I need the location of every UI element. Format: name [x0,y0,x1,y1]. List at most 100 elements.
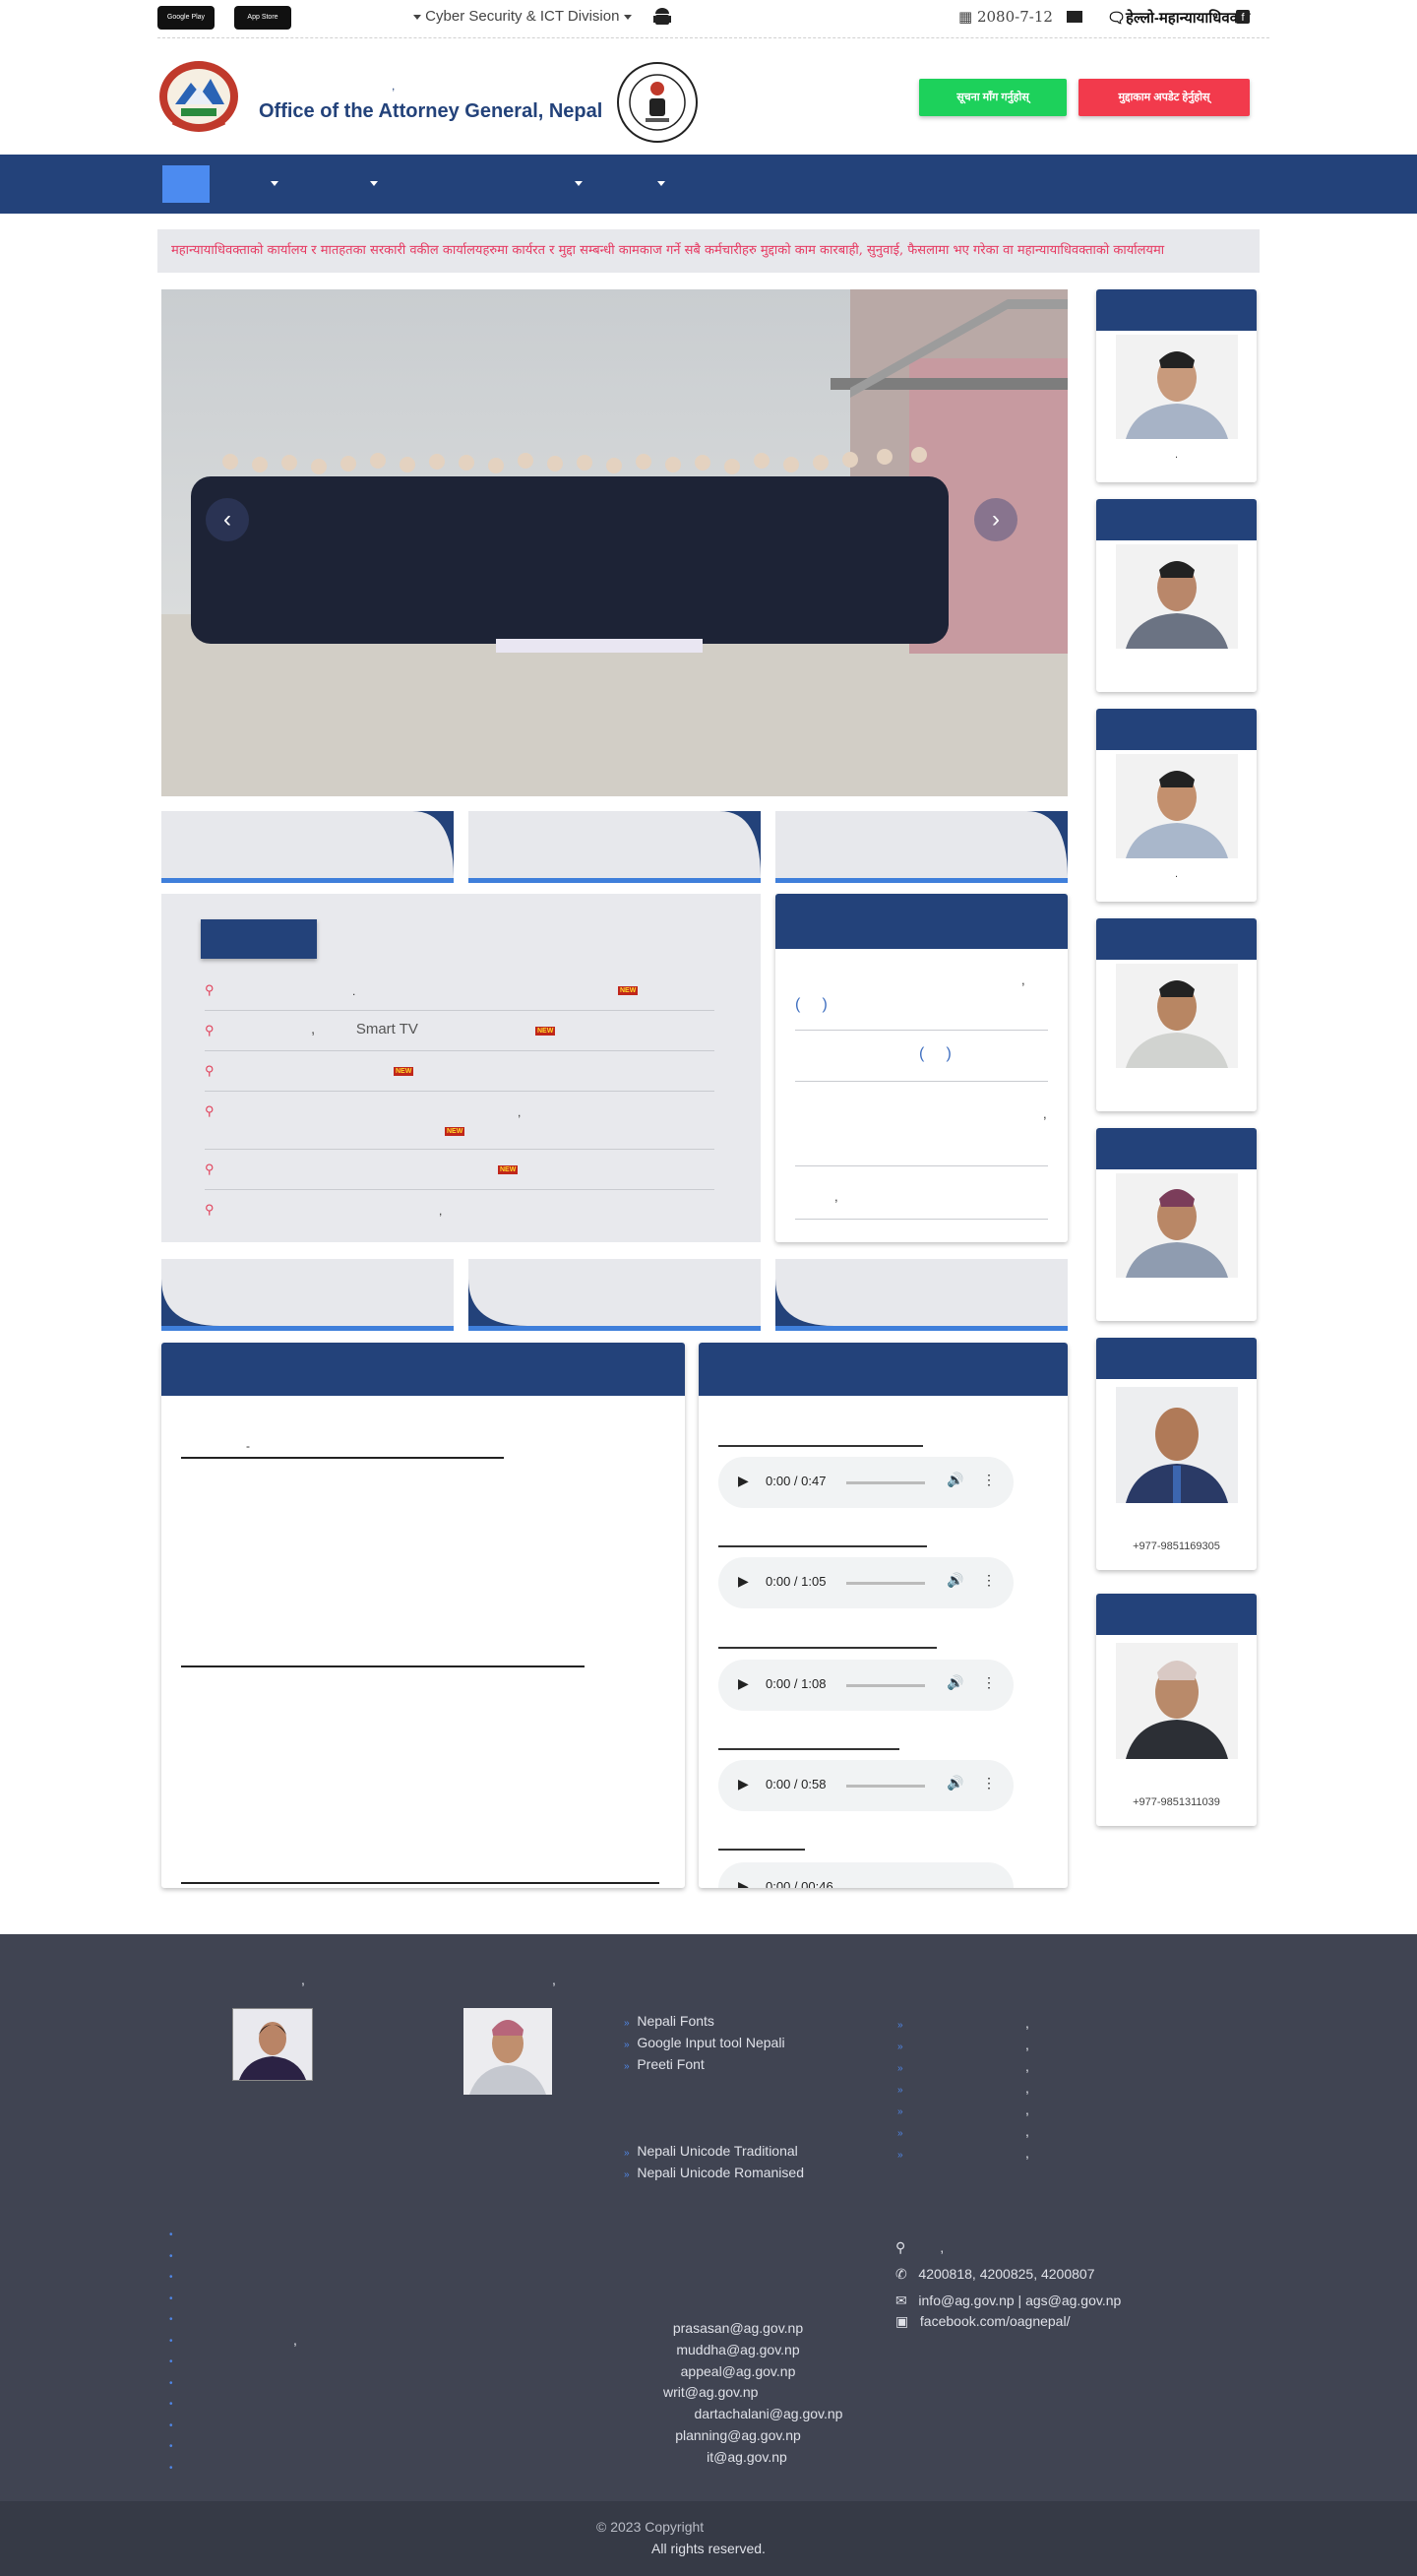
email-link[interactable]: prasasan@ag.gov.np [590,2318,886,2340]
nav-dropdown-caret-icon[interactable] [370,181,378,186]
news-ticker[interactable]: महान्यायाधिवक्ताको कार्यालय र मातहतका सर… [157,229,1260,273]
more-options-icon[interactable]: ⋮ [982,1674,996,1691]
contact-phone[interactable]: ✆ 4200818, 4200825, 4200807 [895,2261,1250,2288]
email-link[interactable]: planning@ag.gov.np [590,2425,886,2447]
audio-player[interactable]: ▶ 0:00 / 00:46 [718,1862,1014,1888]
nav-dropdown-caret-icon[interactable] [271,181,278,186]
audio-progress-bar[interactable] [846,1481,925,1484]
volume-icon[interactable]: 🔊 [947,1775,963,1791]
news-item[interactable]: ⚲ , NEW [205,1103,714,1150]
bullet-icon[interactable]: • [169,2314,183,2336]
division-dropdown[interactable]: Cyber Security & ICT Division [413,8,632,25]
email-link[interactable]: writ@ag.gov.np [590,2382,886,2404]
audio-progress-bar[interactable] [846,1684,925,1687]
footer-link[interactable]: » Nepali Unicode Romanised [624,2165,804,2186]
quick-link-tile[interactable] [161,811,454,883]
more-options-icon[interactable]: ⋮ [982,1572,996,1589]
bullet-icon[interactable]: • [169,2378,183,2400]
footer-link[interactable]: », [897,2037,1035,2058]
quick-link-tile[interactable] [775,1259,1068,1331]
footer-link[interactable]: » Google Input tool Nepali [624,2035,785,2056]
request-information-button[interactable]: सूचना माँग गर्नुहोस् [919,79,1067,116]
app-store-badge[interactable]: App Store [234,6,291,30]
play-icon[interactable]: ▶ [738,1473,749,1489]
video-title-link[interactable]: - [181,1439,504,1459]
volume-icon[interactable]: 🔊 [947,1472,963,1488]
google-play-badge[interactable]: Google Play [157,6,215,30]
audio-progress-bar[interactable] [846,1785,925,1788]
official-card[interactable] [1096,1128,1257,1321]
bullet-icon[interactable]: • [169,2230,183,2251]
volume-icon[interactable]: 🔊 [947,1572,963,1589]
official-card[interactable]: +977-9851311039 [1096,1594,1257,1826]
email-link[interactable]: it@ag.gov.np [590,2447,886,2469]
footer-link[interactable]: », [897,2145,1035,2167]
volume-icon[interactable]: 🔊 [947,1674,963,1691]
bullet-icon[interactable]: • [169,2463,183,2484]
bullet-icon[interactable]: • [169,2251,183,2273]
play-icon[interactable]: ▶ [738,1675,749,1692]
news-item[interactable]: ⚲ . NEW [205,982,714,1011]
quick-link-tile[interactable] [468,1259,761,1331]
audio-progress-bar[interactable] [846,1582,925,1585]
footer-link[interactable]: », [897,2102,1035,2123]
android-icon[interactable] [653,8,671,28]
play-icon[interactable]: ▶ [738,1573,749,1590]
bullet-icon: » [624,2148,630,2159]
notice-item[interactable]: , [795,1091,1048,1166]
email-link[interactable]: muddha@ag.gov.np [590,2340,886,2361]
facebook-icon[interactable]: f [1236,10,1250,24]
official-card[interactable] [1096,918,1257,1111]
hotline-link[interactable]: 🗨हेल्लो-महान्यायाधिवक्ता [1107,8,1250,28]
quick-link-tile[interactable] [468,811,761,883]
official-card[interactable]: . [1096,289,1257,482]
news-tab-button[interactable] [201,919,317,959]
slider-prev-button[interactable]: ‹ [206,498,249,541]
footer-link[interactable]: », [897,2123,1035,2145]
quick-link-tile[interactable] [775,811,1068,883]
official-card[interactable]: . [1096,709,1257,902]
footer-link[interactable]: » Preeti Font [624,2056,785,2078]
audio-player[interactable]: ▶ 0:00 / 0:58 🔊 ⋮ [718,1760,1014,1811]
footer-link[interactable]: » Nepali Unicode Traditional [624,2143,804,2165]
bullet-icon[interactable]: • [169,2293,183,2315]
notice-item[interactable]: ( ) [795,1037,1048,1082]
audio-player[interactable]: ▶ 0:00 / 1:05 🔊 ⋮ [718,1557,1014,1608]
bullet-icon[interactable]: • [169,2272,183,2293]
case-update-button[interactable]: मुद्दाकाम अपडेट हेर्नुहोस् [1078,79,1250,116]
photo-slider[interactable]: ‹ › [161,289,1068,796]
notice-item[interactable]: , ( ) [795,969,1048,1031]
bullet-icon[interactable]: • [169,2441,183,2463]
footer-link[interactable]: », [897,2015,1035,2037]
video-title-link[interactable] [181,1882,659,1884]
more-options-icon[interactable]: ⋮ [982,1472,996,1488]
news-item[interactable]: ⚲ , [205,1202,714,1229]
bullet-icon[interactable]: • [169,2336,183,2357]
news-item[interactable]: ⚲ NEW [205,1162,714,1190]
news-item[interactable]: ⚲ , Smart TV NEW [205,1021,714,1051]
footer-link[interactable]: », [897,2080,1035,2102]
notice-item[interactable]: , [795,1175,1048,1220]
audio-player[interactable]: ▶ 0:00 / 1:08 🔊 ⋮ [718,1660,1014,1711]
official-card[interactable] [1096,499,1257,692]
audio-player[interactable]: ▶ 0:00 / 0:47 🔊 ⋮ [718,1457,1014,1508]
footer-link[interactable]: », [897,2058,1035,2080]
nav-dropdown-caret-icon[interactable] [575,181,583,186]
play-icon[interactable]: ▶ [738,1878,749,1888]
video-title-link[interactable] [181,1665,585,1667]
more-options-icon[interactable]: ⋮ [982,1775,996,1791]
official-card[interactable]: +977-9851169305 [1096,1338,1257,1570]
news-item[interactable]: ⚲ NEW [205,1063,714,1092]
bullet-icon[interactable]: • [169,2399,183,2420]
bullet-icon[interactable]: • [169,2356,183,2378]
quick-link-tile[interactable] [161,1259,454,1331]
email-link[interactable]: dartachalani@ag.gov.np [590,2404,886,2425]
mail-icon[interactable] [1067,11,1082,23]
bullet-icon[interactable]: • [169,2420,183,2442]
play-icon[interactable]: ▶ [738,1776,749,1792]
footer-link[interactable]: » Nepali Fonts [624,2013,785,2035]
slider-next-button[interactable]: › [974,498,1017,541]
nav-home[interactable] [162,165,210,203]
nav-dropdown-caret-icon[interactable] [657,181,665,186]
email-link[interactable]: appeal@ag.gov.np [590,2361,886,2383]
